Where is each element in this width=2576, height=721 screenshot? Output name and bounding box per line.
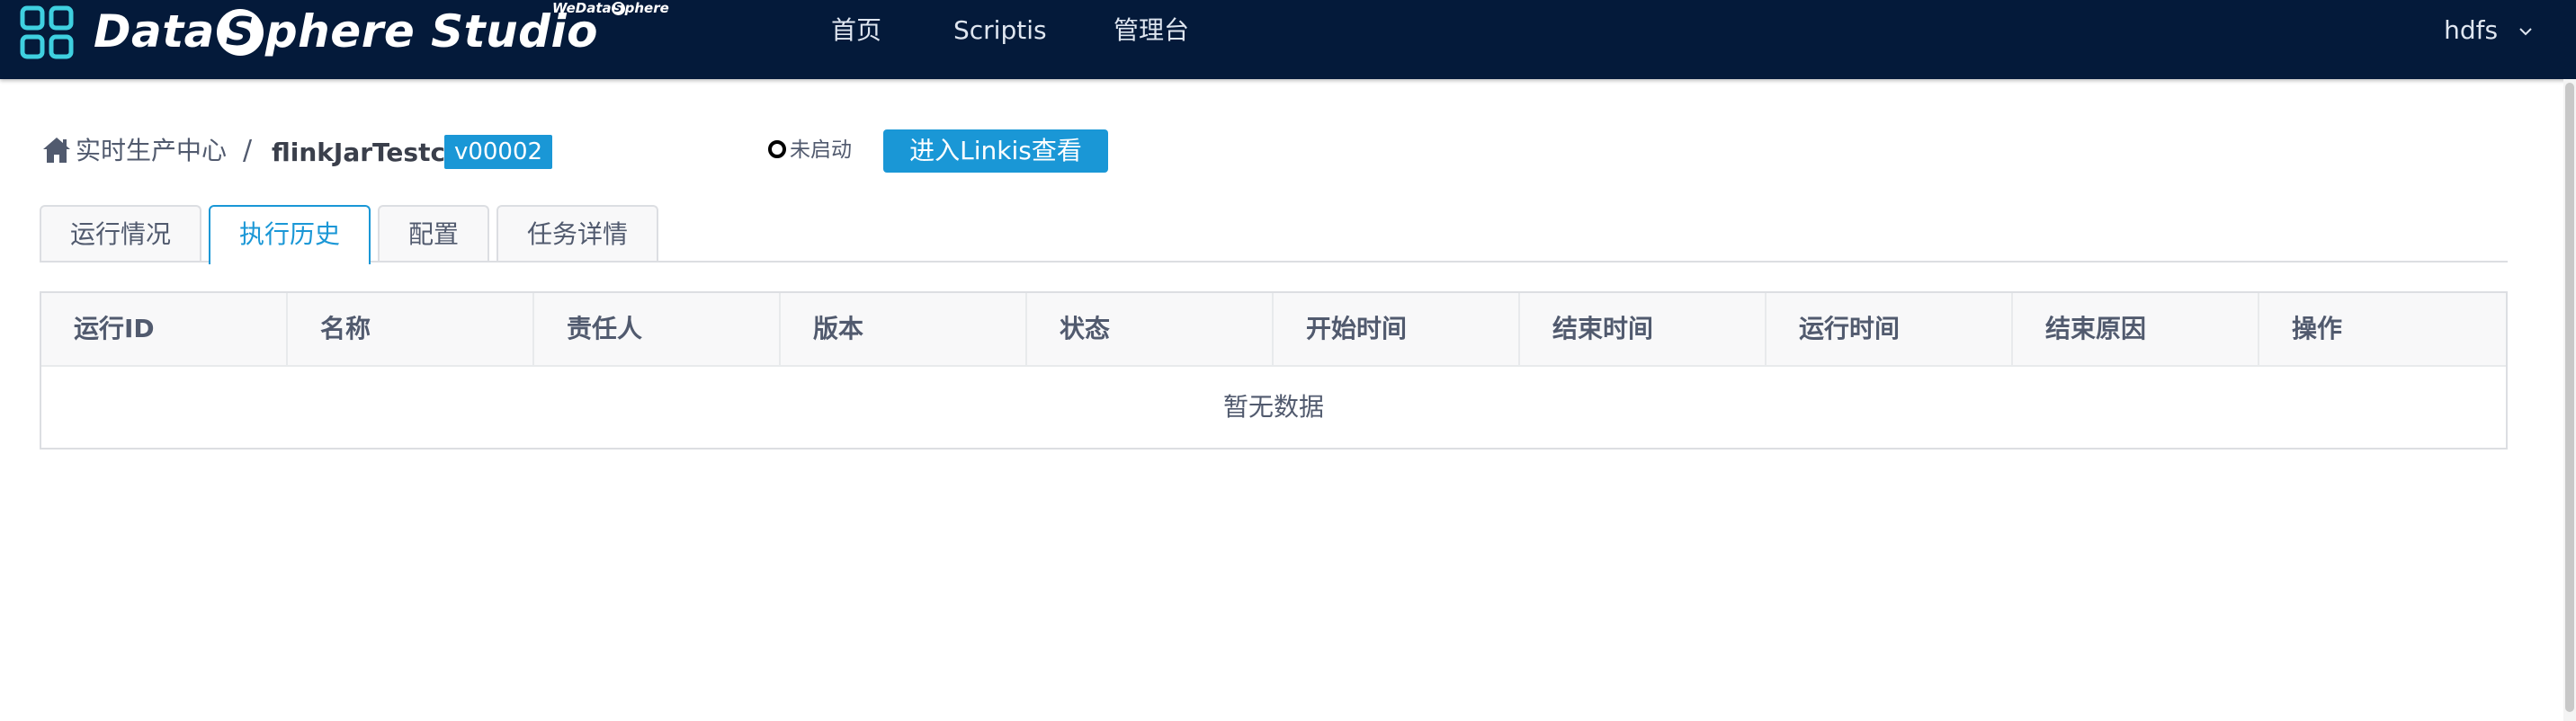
top-navigation-bar: Data Sphere Studio WeData Sphere 首页 Script… <box>0 0 2576 79</box>
tab-config[interactable]: 配置 <box>378 205 489 261</box>
column-header-version: 版本 <box>781 293 1027 365</box>
version-tag: v00002 <box>444 135 552 169</box>
user-menu[interactable]: hdfs <box>2444 13 2533 49</box>
brand-s-badge: S <box>216 8 264 56</box>
brand-text-part: phere Studio <box>264 5 598 58</box>
breadcrumb-job-name: flinkJarTestc <box>272 138 446 167</box>
column-header-run-time: 运行时间 <box>1767 293 2013 365</box>
tab-task-details[interactable]: 任务详情 <box>496 205 658 261</box>
column-header-name: 名称 <box>288 293 534 365</box>
brand-text-part: Data <box>94 5 215 58</box>
table-header: 运行ID 名称 责任人 版本 状态 开始时间 结束时间 运行时间 结束原因 操作 <box>41 293 2506 367</box>
page-scrollbar-thumb[interactable] <box>2565 83 2574 712</box>
status-circle-icon <box>768 140 786 158</box>
table-empty-message: 暂无数据 <box>1222 392 1324 422</box>
nav-item-home[interactable]: 首页 <box>831 13 881 49</box>
job-status-text: 未启动 <box>790 138 852 162</box>
brand-sub-logo: WeData Sphere <box>552 0 669 16</box>
breadcrumb-root[interactable]: 实时生产中心 <box>76 133 227 169</box>
execution-history-table: 运行ID 名称 责任人 版本 状态 开始时间 结束时间 运行时间 结束原因 操作… <box>40 291 2508 450</box>
column-header-actions: 操作 <box>2292 314 2343 343</box>
brand-sub-s-badge: S <box>611 2 625 15</box>
brand-sub-part: phere <box>624 0 669 16</box>
column-header-end-time: 结束时间 <box>1520 293 1767 365</box>
column-header-start-time: 开始时间 <box>1274 293 1520 365</box>
home-icon[interactable] <box>41 135 72 165</box>
column-header-run-id: 运行ID <box>41 293 288 365</box>
nav-item-admin[interactable]: 管理台 <box>1114 13 1189 49</box>
nav-item-scriptis[interactable]: Scriptis <box>953 13 1047 49</box>
user-name: hdfs <box>2444 15 2499 45</box>
chevron-down-icon <box>2519 28 2532 36</box>
open-linkis-button[interactable]: 进入Linkis查看 <box>883 129 1108 173</box>
column-header-status: 状态 <box>1027 293 1274 365</box>
column-header-owner: 责任人 <box>534 293 781 365</box>
grid-logo-icon[interactable] <box>20 5 74 59</box>
brand-sub-part: WeData <box>552 0 612 16</box>
tab-execution-history[interactable]: 执行历史 <box>209 205 371 264</box>
breadcrumb-separator: / <box>243 135 253 166</box>
tab-run-status[interactable]: 运行情况 <box>40 205 201 261</box>
brand-logo-text[interactable]: Data Sphere Studio <box>94 2 598 61</box>
column-header-end-reason: 结束原因 <box>2013 293 2259 365</box>
